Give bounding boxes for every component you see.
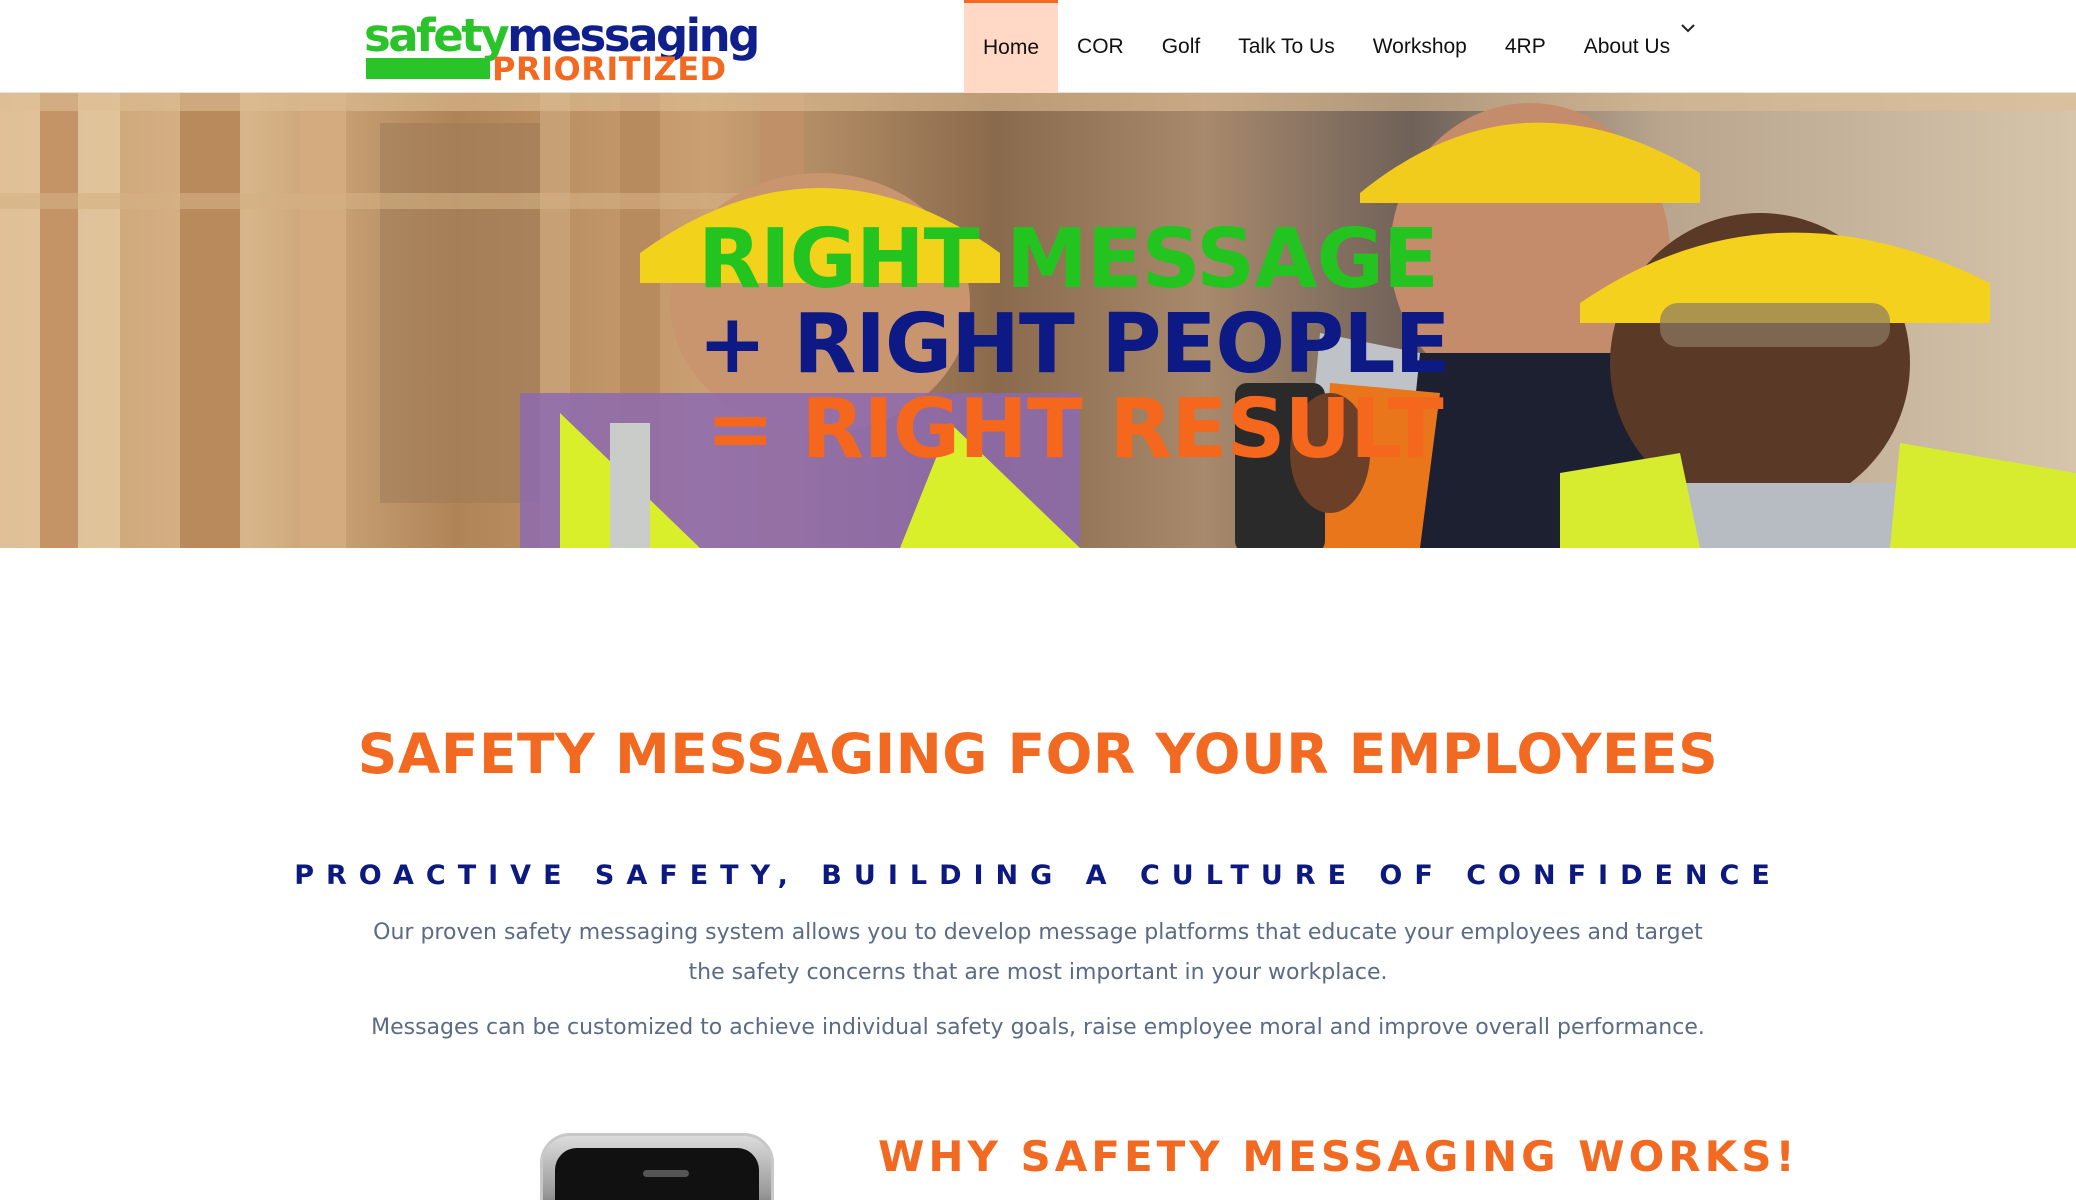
nav-item-label: Talk To Us bbox=[1238, 34, 1335, 58]
nav-item-label: Golf bbox=[1161, 34, 1201, 58]
logo-word-safety: safety bbox=[364, 9, 510, 62]
nav-item-talk-to-us[interactable]: Talk To Us bbox=[1219, 0, 1353, 93]
page-title: SAFETY MESSAGING FOR YOUR EMPLOYEES bbox=[357, 722, 1719, 786]
logo-green-bar bbox=[366, 58, 490, 79]
nav-item-label: COR bbox=[1077, 34, 1124, 58]
hero-line-right-result: = RIGHT RESULT bbox=[706, 382, 1444, 477]
main-nav: Home COR Golf Talk To Us Workshop 4RP Ab… bbox=[964, 0, 1695, 93]
nav-item-4rp[interactable]: 4RP bbox=[1486, 0, 1565, 93]
hero-line-right-people: + RIGHT PEOPLE bbox=[698, 297, 1451, 392]
chevron-down-icon[interactable] bbox=[1681, 20, 1695, 38]
nav-item-label: About Us bbox=[1583, 34, 1671, 58]
intro-paragraph: Our proven safety messaging system allow… bbox=[373, 920, 1703, 985]
section-subtitle: PROACTIVE SAFETY, BUILDING A CULTURE OF … bbox=[294, 860, 1782, 891]
nav-item-about-us[interactable]: About Us bbox=[1565, 0, 1695, 93]
intro-paragraph-2: Messages can be customized to achieve in… bbox=[371, 1015, 1705, 1040]
nav-item-cor[interactable]: COR bbox=[1058, 0, 1143, 93]
nav-item-label: Workshop bbox=[1372, 34, 1467, 58]
hero-tagline: RIGHT MESSAGE + RIGHT PEOPLE = RIGHT RES… bbox=[0, 93, 2076, 548]
site-header: safetymessaging PRIORITIZED Home COR Gol… bbox=[0, 0, 2076, 93]
site-logo[interactable]: safetymessaging PRIORITIZED bbox=[362, 9, 760, 87]
smartphone-speaker bbox=[643, 1170, 689, 1177]
hero-line-right-message: RIGHT MESSAGE bbox=[698, 212, 1439, 307]
why-section-title: WHY SAFETY MESSAGING WORKS! bbox=[878, 1132, 1799, 1181]
nav-item-home[interactable]: Home bbox=[964, 0, 1059, 93]
nav-item-golf[interactable]: Golf bbox=[1143, 0, 1220, 93]
nav-item-label: Home bbox=[983, 36, 1040, 59]
hero-banner: RIGHT MESSAGE + RIGHT PEOPLE = RIGHT RES… bbox=[0, 93, 2076, 548]
logo-word-prioritized: PRIORITIZED bbox=[492, 50, 727, 88]
nav-item-label: 4RP bbox=[1504, 34, 1546, 58]
nav-item-workshop[interactable]: Workshop bbox=[1354, 0, 1486, 93]
smartphone-image bbox=[540, 1133, 774, 1200]
